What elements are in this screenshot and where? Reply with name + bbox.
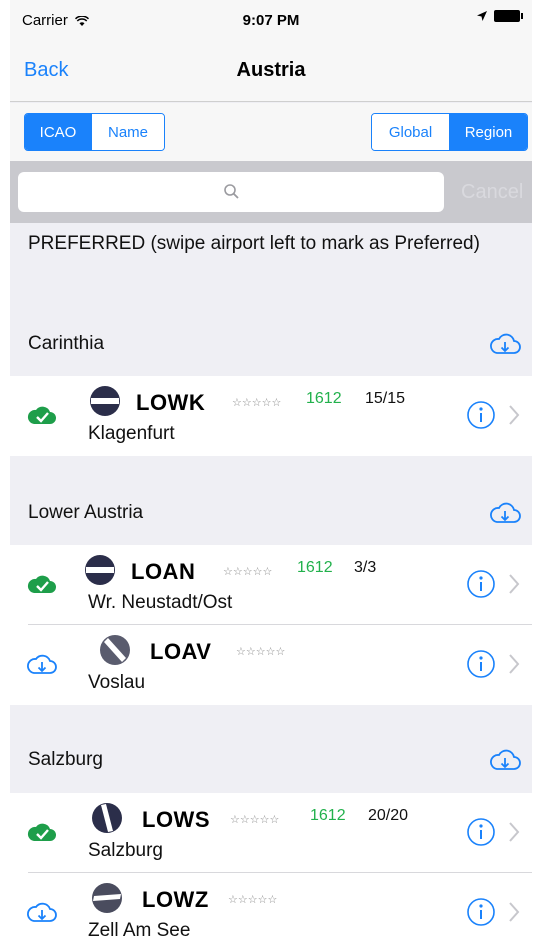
cycle-label: 1612 — [297, 559, 333, 576]
airport-name: Salzburg — [88, 840, 163, 861]
airport-row-loan[interactable]: LOAN ☆☆☆☆☆ 1612 3/3 Wr. Neustadt/Ost — [10, 545, 532, 625]
cloud-download-icon[interactable] — [488, 498, 522, 528]
runway-steep-icon — [92, 803, 122, 833]
airport-code: LOWS — [142, 807, 210, 832]
segment-name[interactable]: Name — [92, 114, 164, 150]
sort-segmented-control: ICAO Name — [24, 113, 165, 151]
search-bar: Cancel — [10, 161, 532, 223]
runway-horizontal-icon — [90, 386, 120, 416]
airport-code: LOWK — [136, 390, 206, 415]
location-arrow-icon — [477, 11, 487, 21]
cancel-button[interactable]: Cancel — [461, 181, 523, 204]
filter-bar: ICAO Name Global Region — [10, 103, 532, 161]
chevron-right-icon — [509, 405, 520, 425]
rating-stars: ☆☆☆☆☆ — [230, 814, 280, 826]
info-icon[interactable] — [466, 649, 496, 679]
runway-slight-icon — [92, 883, 122, 913]
airport-code: LOWZ — [142, 887, 209, 912]
chevron-right-icon — [509, 574, 520, 594]
chevron-right-icon — [509, 654, 520, 674]
scope-segmented-control: Global Region — [371, 113, 528, 151]
section-header-lower-austria: Lower Austria — [10, 493, 532, 533]
navigation-bar: Back Austria — [10, 40, 532, 102]
section-header-salzburg: Salzburg — [10, 740, 532, 780]
battery-icon — [494, 10, 523, 22]
search-icon — [224, 184, 239, 199]
info-icon[interactable] — [466, 400, 496, 430]
clock: 9:07 PM — [242, 12, 300, 29]
cycle-label: 1612 — [306, 390, 342, 407]
cloud-check-icon — [27, 575, 56, 593]
section-title: Lower Austria — [28, 502, 144, 523]
cycle-label: 1612 — [310, 807, 346, 824]
airport-code: LOAV — [150, 639, 212, 664]
chevron-right-icon — [509, 902, 520, 922]
section-title: Salzburg — [28, 749, 103, 770]
app-screen: Carrier 9:07 PM Back Austria ICAO Name G… — [10, 0, 532, 945]
info-icon[interactable] — [466, 817, 496, 847]
airport-name: Zell Am See — [88, 920, 191, 941]
segment-global[interactable]: Global — [372, 114, 450, 150]
rating-stars: ☆☆☆☆☆ — [232, 397, 282, 409]
cloud-download-icon[interactable] — [488, 745, 522, 775]
runway-horizontal-icon — [85, 555, 115, 585]
chart-count: 20/20 — [368, 807, 409, 824]
info-icon[interactable] — [466, 569, 496, 599]
chart-count: 15/15 — [365, 390, 406, 407]
airport-row-lowz[interactable]: LOWZ ☆☆☆☆☆ Zell Am See — [10, 873, 532, 945]
cloud-download-icon[interactable] — [26, 897, 58, 925]
airport-name: Wr. Neustadt/Ost — [88, 592, 233, 613]
airport-name: Klagenfurt — [88, 423, 175, 444]
rating-stars: ☆☆☆☆☆ — [223, 566, 273, 578]
segment-icao[interactable]: ICAO — [25, 114, 92, 150]
cloud-check-icon — [27, 406, 56, 424]
airport-row-loav[interactable]: LOAV ☆☆☆☆☆ Voslau — [10, 625, 532, 705]
airport-code: LOAN — [131, 559, 196, 584]
cloud-download-icon[interactable] — [26, 649, 58, 677]
rating-stars: ☆☆☆☆☆ — [228, 894, 278, 906]
rating-stars: ☆☆☆☆☆ — [236, 646, 286, 658]
info-icon[interactable] — [466, 897, 496, 927]
status-bar: Carrier 9:07 PM — [10, 0, 532, 40]
section-header-carinthia: Carinthia — [10, 324, 532, 364]
preferred-header: PREFERRED (swipe airport left to mark as… — [28, 233, 480, 254]
page-title: Austria — [236, 59, 306, 81]
airport-row-lows[interactable]: LOWS ☆☆☆☆☆ 1612 20/20 Salzburg — [10, 793, 532, 873]
airport-row-lowk[interactable]: LOWK ☆☆☆☆☆ 1612 15/15 Klagenfurt — [10, 376, 532, 456]
chart-count: 3/3 — [354, 559, 377, 576]
section-title: Carinthia — [28, 333, 105, 354]
chevron-right-icon — [509, 822, 520, 842]
airport-name: Voslau — [88, 672, 146, 693]
cloud-download-icon[interactable] — [488, 329, 522, 359]
status-right — [476, 10, 523, 22]
cloud-check-icon — [27, 823, 56, 841]
segment-region[interactable]: Region — [450, 114, 527, 150]
runway-diagonal-icon — [100, 635, 130, 665]
